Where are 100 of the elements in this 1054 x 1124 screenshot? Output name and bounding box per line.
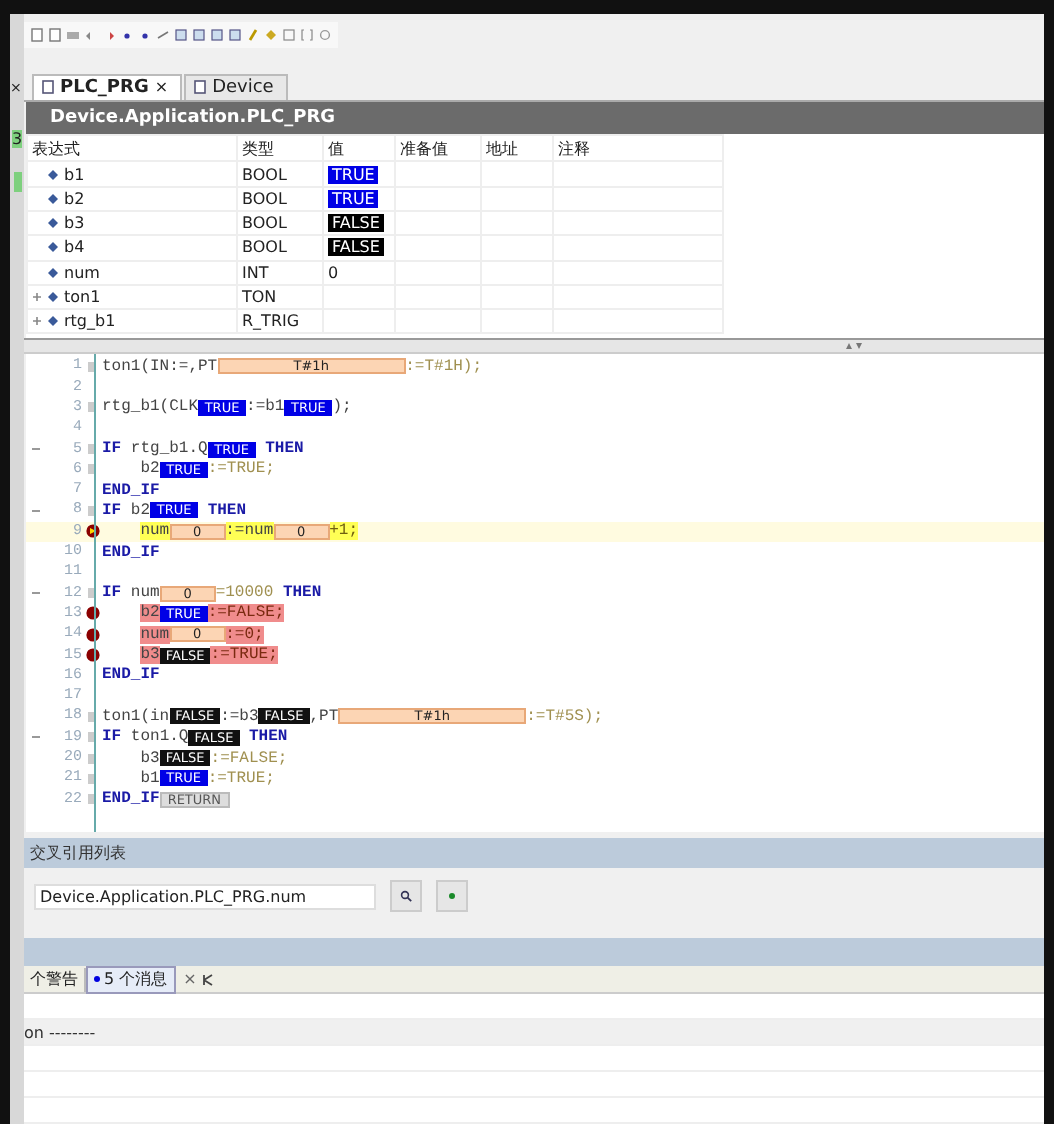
keyword-text: END_IF xyxy=(102,543,160,562)
code-text: num xyxy=(138,625,170,644)
refresh-button[interactable] xyxy=(436,880,468,913)
expression-text: b2 xyxy=(64,189,85,208)
variable-icon xyxy=(48,218,58,229)
circle-icon[interactable] xyxy=(318,28,332,42)
code-text: :=TRUE; xyxy=(207,460,275,479)
code-text: :=b3 xyxy=(220,707,259,726)
type-cell: BOOL xyxy=(237,210,323,236)
line-icon[interactable] xyxy=(156,28,170,42)
variable-icon xyxy=(48,169,58,180)
code-text: +1; xyxy=(329,522,359,541)
column-header: 类型 xyxy=(237,135,323,162)
editor-tab[interactable]: Device xyxy=(184,73,288,100)
count-badge: 3 xyxy=(11,130,23,148)
keyword-text: IF xyxy=(102,440,122,459)
dot-icon[interactable] xyxy=(120,28,134,42)
code-text: b2 xyxy=(138,604,160,623)
scroll-arrows-icon[interactable] xyxy=(844,342,864,351)
bracket-icon[interactable] xyxy=(300,28,314,42)
expression-text: num xyxy=(64,263,100,282)
breakpoint-icon[interactable] xyxy=(85,648,99,663)
type-cell: BOOL xyxy=(237,235,323,261)
type-cell: BOOL xyxy=(237,161,323,187)
code-text: :=FALSE; xyxy=(210,749,288,767)
column-header: 表达式 xyxy=(27,135,237,162)
search-icon xyxy=(400,890,412,903)
keyword-text: THEN xyxy=(205,501,247,520)
keyword-text: END_IF xyxy=(102,666,160,685)
document-icon xyxy=(194,80,207,95)
dot-icon[interactable] xyxy=(138,28,152,42)
keyword-text: THEN xyxy=(281,584,322,603)
type-cell: INT xyxy=(237,260,323,285)
document-icon xyxy=(42,80,54,95)
expression-text: b4 xyxy=(64,238,85,257)
expression-text: ton1 xyxy=(64,288,101,306)
code-text: ton1(IN:=,PT xyxy=(102,357,218,376)
code-text: :=T#5S); xyxy=(526,707,604,726)
diamond-icon[interactable] xyxy=(264,28,278,42)
collapse-icon[interactable] xyxy=(32,507,40,514)
type-cell: R_TRIG xyxy=(237,309,323,334)
code-text: :=num xyxy=(225,522,274,541)
close-icon[interactable]: × xyxy=(183,970,197,989)
column-header: 准备值 xyxy=(395,135,481,162)
expression-text: b1 xyxy=(64,165,85,184)
pin-icon[interactable] xyxy=(202,973,215,986)
message-row[interactable]: on -------- xyxy=(24,1020,1044,1045)
expand-icon[interactable] xyxy=(32,292,42,302)
value-text: 0 xyxy=(328,263,339,282)
code-text: :=0; xyxy=(225,625,264,644)
pencil-icon[interactable] xyxy=(246,28,260,42)
panel-title: 交叉引用列表 xyxy=(24,837,1044,868)
code-text: b2 xyxy=(138,460,160,479)
variable-icon xyxy=(48,193,58,204)
value-text: FALSE xyxy=(328,238,384,257)
code-text: ton1(in xyxy=(102,707,170,726)
collapse-icon[interactable] xyxy=(32,446,40,453)
breakpoint-icon[interactable] xyxy=(85,524,99,539)
message-tab[interactable]: 5 个消息 xyxy=(86,965,176,994)
code-text: b1 xyxy=(138,769,160,788)
collapse-icon[interactable] xyxy=(32,734,40,741)
breakpoint-icon[interactable] xyxy=(85,606,99,621)
printer-icon[interactable] xyxy=(66,28,80,42)
search-button[interactable] xyxy=(390,880,422,913)
code-text: b3 xyxy=(138,749,160,767)
code-text: num xyxy=(138,522,170,541)
code-text: :=TRUE; xyxy=(210,646,278,665)
keyword-text: IF xyxy=(102,728,122,747)
code-text: ); xyxy=(332,398,352,417)
variable-icon xyxy=(48,292,58,302)
keyword-text: IF xyxy=(102,584,122,603)
splitter[interactable] xyxy=(24,338,1044,355)
watch-title: Device.Application.PLC_PRG xyxy=(26,101,1044,135)
code-text: rtg_b1.Q xyxy=(128,440,208,459)
expression-text: b3 xyxy=(64,214,85,233)
code-text: rtg_b1(CLK xyxy=(102,398,199,417)
value-text: TRUE xyxy=(328,165,379,184)
type-cell: TON xyxy=(237,284,323,310)
expand-icon[interactable] xyxy=(32,316,42,327)
code-text: ,PT xyxy=(309,707,339,726)
code-text: ton1.Q xyxy=(128,728,189,747)
code-text: :=b1 xyxy=(246,398,285,417)
code-text: b2 xyxy=(128,501,151,520)
keyword-text: END_IF xyxy=(102,790,160,809)
value-text: TRUE xyxy=(328,189,379,208)
column-header: 值 xyxy=(323,135,395,162)
keyword-text: IF xyxy=(102,501,122,520)
keyword-text: THEN xyxy=(246,728,288,747)
dot-icon xyxy=(446,890,458,903)
editor-tab[interactable]: PLC_PRG × xyxy=(32,73,183,100)
breakpoint-icon[interactable] xyxy=(85,627,99,642)
close-icon[interactable]: × xyxy=(154,78,169,97)
collapse-icon[interactable] xyxy=(32,590,40,597)
square-icon[interactable] xyxy=(282,28,296,42)
value-text: FALSE xyxy=(328,214,384,233)
keyword-text: END_IF xyxy=(102,481,160,500)
code-text: :=TRUE; xyxy=(207,769,275,788)
variable-field[interactable]: Device.Application.PLC_PRG.num xyxy=(34,883,376,910)
code-text: :=T#1H); xyxy=(405,357,483,376)
variable-icon xyxy=(48,316,58,327)
